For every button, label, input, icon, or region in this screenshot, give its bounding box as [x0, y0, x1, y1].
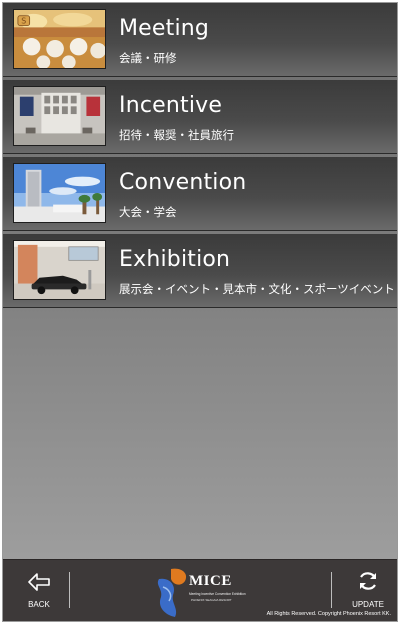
back-arrow-icon: [28, 573, 50, 591]
refresh-icon: [360, 572, 376, 590]
update-label: UPDATE: [352, 600, 384, 609]
footer-divider-left: [69, 572, 70, 608]
back-label: BACK: [28, 600, 50, 609]
footer-bar: BACK MICE Meeting Incentive Convention E…: [3, 559, 397, 621]
convention-subtitle: 大会・学会: [119, 205, 177, 219]
copyright-text: All Rights Reserved. Copyright Phoenix R…: [266, 611, 391, 617]
convention-title: Convention: [119, 170, 247, 195]
incentive-subtitle: 招待・報奨・社員旅行: [119, 128, 234, 142]
incentive-title: Incentive: [119, 93, 223, 118]
meeting-thumbnail: S: [13, 9, 106, 69]
incentive-thumbnail: [13, 86, 106, 146]
meeting-subtitle: 会議・研修: [119, 51, 177, 65]
svg-text:S: S: [21, 17, 26, 26]
menu-item-meeting[interactable]: S Meeting 会議・研修: [3, 3, 397, 77]
logo-text: MICE: [189, 573, 232, 589]
logo-tagline-secondary: PHOENIX SEAGAIA RESORT: [191, 598, 232, 602]
menu-item-convention[interactable]: Convention 大会・学会: [3, 157, 397, 231]
exhibition-title: Exhibition: [119, 247, 231, 272]
convention-thumbnail: [13, 163, 106, 223]
footer-divider-right: [331, 572, 332, 608]
exhibition-subtitle: 展示会・イベント・見本市・文化・スポーツイベント: [119, 282, 395, 296]
logo-tagline: Meeting Incentive Convention Exhibition: [189, 592, 246, 596]
mice-logo: MICE Meeting Incentive Convention Exhibi…: [151, 563, 261, 619]
menu-item-exhibition[interactable]: Exhibition 展示会・イベント・見本市・文化・スポーツイベント: [3, 234, 397, 308]
menu-item-incentive[interactable]: Incentive 招待・報奨・社員旅行: [3, 80, 397, 154]
exhibition-thumbnail: [13, 240, 106, 300]
meeting-title: Meeting: [119, 16, 210, 41]
phoenix-logo-icon: [157, 568, 187, 617]
app-frame: S Meeting 会議・研修 Incentive 招待・報奨・社員旅行 Con…: [2, 2, 398, 622]
back-button[interactable]: BACK: [17, 560, 61, 621]
